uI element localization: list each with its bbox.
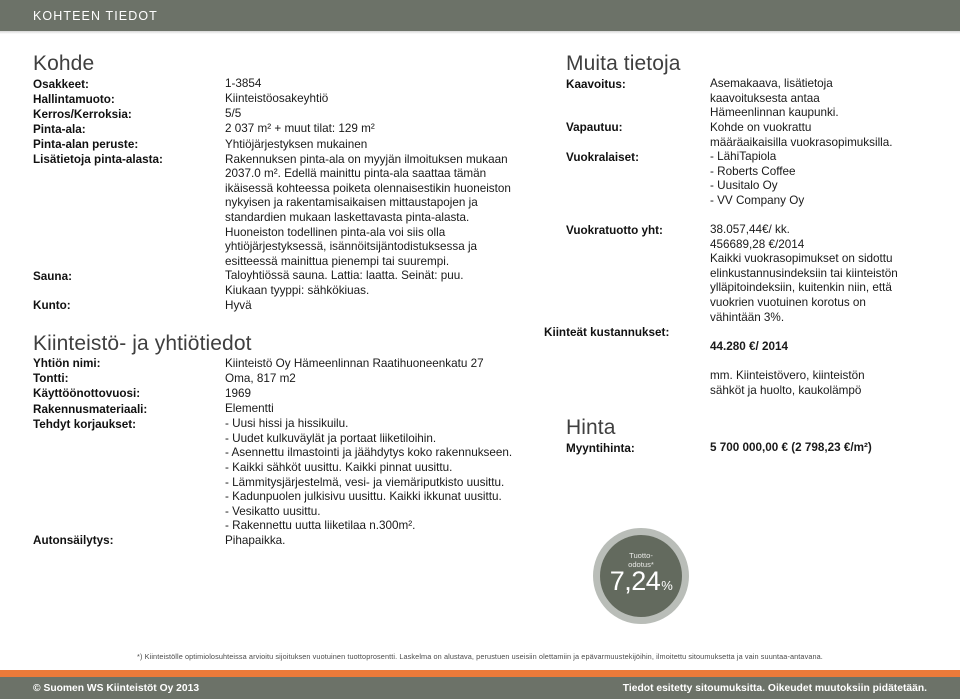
footnote-text: *) Kiinteistölle optimiolosuhteissa arvi… — [137, 652, 823, 661]
info-row: Tontti: Oma, 817 m2 — [33, 372, 533, 387]
info-row-fixed-costs: Kiinteät kustannukset: 44.280 €/ 2014 mm… — [544, 325, 941, 398]
row-label: Vuokratuotto yht: — [566, 223, 663, 237]
left-column: Kohde Osakkeet: 1-3854 Hallintamuoto: Ki… — [33, 52, 533, 549]
muita-tietoja-rows: Kaavoitus: Asemakaava, lisätietoja kaavo… — [544, 77, 941, 398]
page-header-bar: KOHTEEN TIEDOT — [0, 0, 960, 31]
info-row: Kunto: Hyvä — [33, 299, 533, 314]
row-value: Kiinteistöosakeyhtiö — [225, 92, 329, 106]
info-row: Rakennusmateriaali: Elementti — [33, 402, 533, 417]
info-row: Kerros/Kerroksia: 5/5 — [33, 107, 533, 122]
row-value-group: 44.280 €/ 2014 mm. Kiinteistövero, kiint… — [710, 325, 938, 398]
row-value: - Uusi hissi ja hissikuilu. - Uudet kulk… — [225, 417, 513, 533]
page-footer: © Suomen WS Kiinteistöt Oy 2013 Tiedot e… — [0, 677, 960, 699]
info-row-price: Myyntihinta: 5 700 000,00 € (2 798,23 €/… — [566, 441, 941, 456]
info-row: Osakkeet: 1-3854 — [33, 77, 533, 92]
row-label: Hallintamuoto: — [33, 92, 115, 106]
row-value: Kiinteistö Oy Hämeenlinnan Raatihuoneenk… — [225, 356, 484, 370]
row-label: Tehdyt korjaukset: — [33, 417, 137, 431]
row-label: Osakkeet: — [33, 77, 89, 91]
info-row: Vapautuu: Kohde on vuokrattu määräaikais… — [566, 121, 941, 150]
info-row: Hallintamuoto: Kiinteistöosakeyhtiö — [33, 92, 533, 107]
row-label: Kunto: — [33, 299, 71, 313]
fixed-costs-amount: 44.280 €/ 2014 — [710, 339, 788, 353]
kohde-rows: Osakkeet: 1-3854 Hallintamuoto: Kiinteis… — [33, 77, 533, 314]
yield-badge: Tuotto- odotus* 7,24% — [593, 528, 689, 624]
row-label: Vapautuu: — [566, 121, 623, 135]
section-title-muita-tietoja: Muita tietoja — [566, 52, 681, 75]
row-value: Oma, 817 m2 — [225, 371, 296, 385]
info-row: Sauna: Taloyhtiössä sauna. Lattia: laatt… — [33, 269, 533, 298]
kiinteisto-rows: Yhtiön nimi: Kiinteistö Oy Hämeenlinnan … — [33, 357, 533, 549]
info-row: Autonsäilytys: Pihapaikka. — [33, 534, 533, 549]
info-row: Lisätietoja pinta-alasta: Rakennuksen pi… — [33, 153, 533, 270]
info-row: Vuokralaiset: - LähiTapiola - Roberts Co… — [566, 150, 941, 208]
footer-disclaimer: Tiedot esitetty sitoumuksitta. Oikeudet … — [622, 682, 927, 694]
header-shadow — [0, 31, 960, 34]
row-label: Pinta-alan peruste: — [33, 138, 139, 152]
row-value: 1-3854 — [225, 77, 262, 91]
row-label: Kerros/Kerroksia: — [33, 107, 132, 121]
row-value: Asemakaava, lisätietoja kaavoituksesta a… — [710, 77, 839, 120]
row-spacer — [566, 208, 941, 223]
right-column: Muita tietoja Kaavoitus: Asemakaava, lis… — [544, 52, 941, 456]
row-value: - LähiTapiola - Roberts Coffee - Uusital… — [710, 150, 805, 207]
yield-badge-number: 7,24 — [609, 565, 661, 596]
row-label: Tontti: — [33, 372, 69, 386]
row-value: Taloyhtiössä sauna. Lattia: laatta. Sein… — [225, 269, 464, 297]
row-value: 1969 — [225, 386, 252, 400]
info-row: Yhtiön nimi: Kiinteistö Oy Hämeenlinnan … — [33, 357, 533, 372]
row-value: Hyvä — [225, 298, 252, 312]
row-value: Pihapaikka. — [225, 533, 286, 547]
accent-divider — [0, 670, 960, 677]
info-row: Tehdyt korjaukset: - Uusi hissi ja hissi… — [33, 417, 533, 534]
footer-copyright: © Suomen WS Kiinteistöt Oy 2013 — [33, 682, 200, 694]
yield-badge-value-group: 7,24% — [609, 565, 673, 599]
info-row: Käyttöönottovuosi: 1969 — [33, 387, 533, 402]
info-row: Pinta-alan peruste: Yhtiöjärjestyksen mu… — [33, 138, 533, 153]
yield-badge-unit: % — [661, 577, 673, 593]
section-title-kiinteisto: Kiinteistö- ja yhtiötiedot — [33, 331, 252, 355]
row-label: Yhtiön nimi: — [33, 357, 101, 371]
row-label: Pinta-ala: — [33, 122, 86, 136]
row-label: Vuokralaiset: — [566, 150, 639, 164]
row-value: Elementti — [225, 402, 274, 416]
row-label: Sauna: — [33, 269, 72, 283]
info-row: Kaavoitus: Asemakaava, lisätietoja kaavo… — [566, 77, 941, 121]
row-label: Rakennusmateriaali: — [33, 402, 148, 416]
info-row: Pinta-ala: 2 037 m² + muut tilat: 129 m² — [33, 122, 533, 137]
row-label: Kiinteät kustannukset: — [544, 325, 670, 339]
row-label: Lisätietoja pinta-alasta: — [33, 153, 163, 167]
row-label: Kaavoitus: — [566, 77, 626, 91]
price-value: 5 700 000,00 € (2 798,23 €/m²) — [710, 441, 872, 455]
row-value: 5/5 — [225, 107, 242, 121]
row-label: Käyttöönottovuosi: — [33, 387, 141, 401]
yield-badge-inner: Tuotto- odotus* 7,24% — [600, 535, 682, 617]
info-row: Vuokratuotto yht: 38.057,44€/ kk. 456689… — [566, 223, 941, 325]
fixed-costs-note: mm. Kiinteistövero, kiinteistön sähköt j… — [710, 369, 865, 397]
row-value: Yhtiöjärjestyksen mukainen — [225, 137, 368, 151]
row-value: Kohde on vuokrattu määräaikaisilla vuokr… — [710, 120, 893, 149]
row-value: 2 037 m² + muut tilat: 129 m² — [225, 122, 375, 136]
row-label: Autonsäilytys: — [33, 534, 114, 548]
price-label: Myyntihinta: — [566, 441, 635, 455]
page-title: KOHTEEN TIEDOT — [33, 8, 158, 23]
section-title-kohde: Kohde — [33, 52, 95, 75]
row-value: Rakennuksen pinta-ala on myyjän ilmoituk… — [225, 152, 511, 268]
row-value: 38.057,44€/ kk. 456689,28 €/2014 Kaikki … — [710, 223, 898, 324]
section-title-hinta: Hinta — [566, 416, 616, 440]
